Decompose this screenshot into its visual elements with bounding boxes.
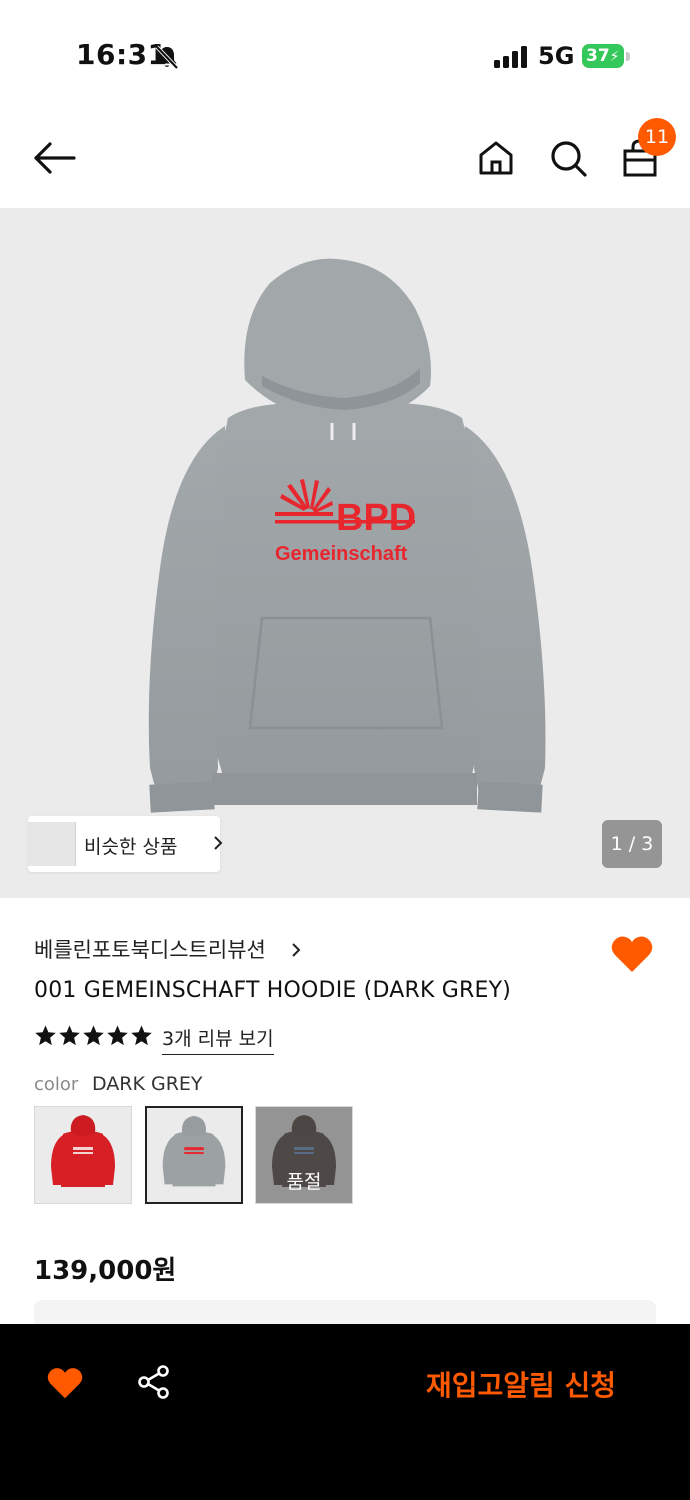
star-icon [107, 1025, 128, 1046]
product-image-gallery[interactable]: BPD Gemeinschaft 비슷한 상품 1 / 3 [0, 208, 690, 898]
similar-products-label: 비슷한 상품 [84, 836, 178, 858]
cart-count-badge: 11 [638, 118, 676, 156]
color-label: color [34, 1074, 79, 1095]
star-icon [83, 1025, 104, 1046]
brand-name-link[interactable]: 베를린포토북디스트리뷰션 [34, 934, 266, 964]
print-bpd-text: BPD [336, 497, 416, 539]
product-image: BPD Gemeinschaft [148, 258, 546, 813]
battery-level: 37 [586, 46, 610, 66]
search-icon[interactable] [548, 138, 588, 178]
print-gemeinschaft-text: Gemeinschaft [275, 543, 408, 565]
bell-off-icon [155, 45, 179, 70]
battery-icon: 37⚡ [582, 44, 630, 68]
star-icon [59, 1025, 80, 1046]
similar-products-button[interactable]: 비슷한 상품 [28, 816, 223, 872]
similar-thumb [46, 822, 76, 866]
home-icon[interactable] [476, 138, 516, 178]
heart-icon[interactable] [46, 1366, 84, 1400]
star-icon [35, 1025, 56, 1046]
bottom-action-bar: 재입고알림 신청 [0, 1324, 690, 1500]
product-name: 001 GEMEINSCHAFT HOODIE (DARK GREY) [34, 978, 512, 1003]
star-icon [131, 1025, 152, 1046]
back-arrow-icon[interactable] [30, 138, 78, 178]
restock-alert-button[interactable]: 재입고알림 신청 [426, 1364, 616, 1404]
image-page-indicator: 1 / 3 [602, 820, 662, 868]
product-price: 139,000원 [34, 1256, 177, 1286]
chevron-right-icon [214, 836, 223, 850]
chevron-right-icon [292, 943, 301, 957]
view-reviews-link[interactable]: 3개 리뷰 보기 [162, 1024, 274, 1055]
color-swatch-grey[interactable] [145, 1106, 243, 1204]
hoodie-thumbnail [162, 1115, 226, 1187]
share-icon[interactable] [136, 1364, 172, 1400]
rating-stars [34, 1024, 153, 1050]
hoodie-thumbnail [51, 1115, 115, 1187]
color-swatch-red[interactable] [34, 1106, 132, 1204]
signal-icon [494, 46, 527, 68]
network-type: 5G [538, 42, 575, 70]
top-nav [0, 110, 690, 208]
color-swatch-brown[interactable]: 품절 [255, 1106, 353, 1204]
heart-icon[interactable] [610, 934, 654, 974]
status-bar: 16:31 5G 37⚡ [0, 0, 690, 110]
color-value: DARK GREY [92, 1073, 203, 1095]
sold-out-label: 품절 [286, 1171, 322, 1193]
